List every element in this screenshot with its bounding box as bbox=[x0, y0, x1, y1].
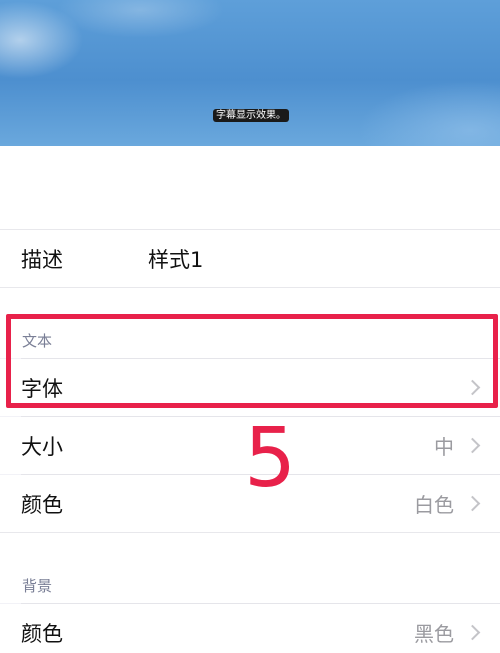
text-color-label: 颜色 bbox=[21, 492, 63, 517]
description-label: 描述 bbox=[21, 247, 63, 272]
text-color-value: 白色 bbox=[414, 493, 454, 517]
step-number-annotation: 5 bbox=[244, 411, 297, 506]
size-label: 大小 bbox=[21, 434, 63, 459]
caption-sample-text: 字幕显示效果。 bbox=[213, 109, 289, 122]
background-color-label: 颜色 bbox=[21, 621, 63, 646]
description-row[interactable]: 描述 样式1 bbox=[0, 230, 500, 287]
chevron-right-icon bbox=[464, 495, 481, 511]
caption-preview: 字幕显示效果。 bbox=[0, 0, 500, 146]
subtitle-style-editor: 字幕显示效果。 描述 样式1 文本 字体 大小 中 颜色 白色 背景 颜色 黑色… bbox=[0, 0, 500, 653]
background-section-header: 背景 bbox=[0, 563, 500, 603]
size-value: 中 bbox=[434, 435, 454, 459]
section-gap bbox=[0, 533, 500, 563]
background-color-value: 黑色 bbox=[414, 622, 454, 646]
chevron-right-icon bbox=[464, 437, 481, 453]
top-blank-area bbox=[0, 146, 500, 230]
background-color-row[interactable]: 颜色 黑色 bbox=[0, 604, 500, 653]
chevron-right-icon bbox=[464, 624, 481, 640]
description-value[interactable]: 样式1 bbox=[148, 244, 203, 274]
highlight-annotation-box bbox=[6, 314, 498, 408]
background-section-title: 背景 bbox=[22, 577, 53, 595]
